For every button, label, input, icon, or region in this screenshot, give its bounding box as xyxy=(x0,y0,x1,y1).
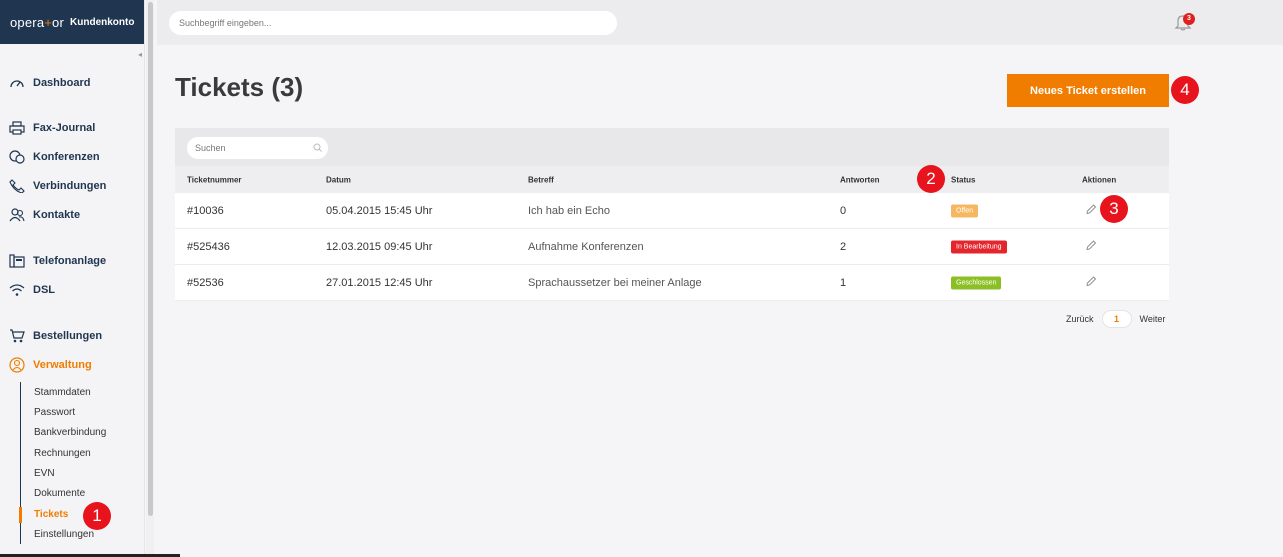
user-circle-icon xyxy=(8,356,26,374)
column-header-aktionen: Aktionen xyxy=(1082,175,1117,184)
status-badge: In Bearbeitung xyxy=(951,240,1007,253)
pagination-page[interactable]: 1 xyxy=(1101,310,1132,328)
sidebar-item-konferenzen[interactable]: Konferenzen xyxy=(8,148,100,166)
callout-marker-2: 2 xyxy=(917,165,945,193)
table-row[interactable]: #52536 27.01.2015 12:45 Uhr Sprachausset… xyxy=(175,265,1169,301)
ticket-replies: 2 xyxy=(840,240,847,253)
ticket-date: 12.03.2015 09:45 Uhr xyxy=(326,240,433,253)
status-badge: Geschlossen xyxy=(951,276,1002,289)
brand-header[interactable]: opera+or Kundenkonto xyxy=(0,0,144,44)
search-icon xyxy=(313,143,322,152)
ticket-subject[interactable]: Aufnahme Konferenzen xyxy=(528,241,644,253)
sidebar-item-verbindungen[interactable]: Verbindungen xyxy=(8,177,106,195)
sidebar-item-fax-journal[interactable]: Fax-Journal xyxy=(8,119,95,137)
edit-pencil-icon[interactable] xyxy=(1085,203,1097,218)
table-row[interactable]: #10036 05.04.2015 15:45 Uhr Ich hab ein … xyxy=(175,193,1169,229)
ticket-date: 27.01.2015 12:45 Uhr xyxy=(326,276,433,289)
sidebar-subitem-dokumente[interactable]: Dokumente xyxy=(34,488,85,499)
chat-icon xyxy=(8,148,26,166)
sidebar-subitem-evn[interactable]: EVN xyxy=(34,468,55,479)
callout-marker-1: 1 xyxy=(83,502,111,530)
table-search-input[interactable]: Suchen xyxy=(187,137,328,159)
phone-icon xyxy=(8,177,26,195)
table-row[interactable]: #525436 12.03.2015 09:45 Uhr Aufnahme Ko… xyxy=(175,229,1169,265)
collapse-sidebar-icon[interactable]: ◂ xyxy=(138,50,142,59)
sidebar-subitem-passwort[interactable]: Passwort xyxy=(34,407,75,418)
users-icon xyxy=(8,206,26,224)
new-ticket-button[interactable]: Neues Ticket erstellen xyxy=(1007,74,1169,107)
status-badge: Offen xyxy=(951,204,978,217)
wifi-icon xyxy=(8,281,26,299)
ticket-id: #52536 xyxy=(187,276,224,289)
sidebar-subitem-tickets[interactable]: Tickets xyxy=(34,509,68,520)
printer-icon xyxy=(8,119,26,137)
ticket-subject[interactable]: Ich hab ein Echo xyxy=(528,205,610,217)
table-filter-bar: Suchen xyxy=(175,128,1169,166)
pagination-prev[interactable]: Zurück xyxy=(1066,314,1094,324)
column-header-datum[interactable]: Datum xyxy=(326,175,351,184)
edit-pencil-icon[interactable] xyxy=(1085,239,1097,254)
top-bar: Suchbegriff eingeben... 3 xyxy=(157,0,1283,45)
sidebar-item-kontakte[interactable]: Kontakte xyxy=(8,206,80,224)
logo: opera+or xyxy=(10,14,65,30)
column-header-betreff[interactable]: Betreff xyxy=(528,175,554,184)
sidebar-scrollbar-thumb[interactable] xyxy=(148,2,153,516)
table-header: Ticketnummer Datum Betreff Antworten Sta… xyxy=(175,166,1169,193)
sidebar-subitem-einstellungen[interactable]: Einstellungen xyxy=(34,529,94,540)
cart-icon xyxy=(8,327,26,345)
sidebar-subitem-rechnungen[interactable]: Rechnungen xyxy=(34,448,91,459)
brand-subtitle: Kundenkonto xyxy=(70,16,135,28)
sidebar-subitem-bankverbindung[interactable]: Bankverbindung xyxy=(34,427,106,438)
column-header-antworten[interactable]: Antworten xyxy=(840,175,880,184)
ticket-id: #10036 xyxy=(187,204,224,217)
ticket-date: 05.04.2015 15:45 Uhr xyxy=(326,204,433,217)
sidebar-item-bestellungen[interactable]: Bestellungen xyxy=(8,327,102,345)
edit-pencil-icon[interactable] xyxy=(1085,275,1097,290)
column-header-status[interactable]: Status xyxy=(951,175,975,184)
sidebar-item-telefonanlage[interactable]: Telefonanlage xyxy=(8,252,106,270)
phone-system-icon xyxy=(8,252,26,270)
callout-marker-3: 3 xyxy=(1100,195,1128,223)
page-title: Tickets (3) xyxy=(175,72,304,102)
sidebar-item-verwaltung[interactable]: Verwaltung xyxy=(8,356,92,374)
notification-badge: 3 xyxy=(1183,13,1195,25)
global-search-input[interactable]: Suchbegriff eingeben... xyxy=(169,11,617,35)
pagination-next[interactable]: Weiter xyxy=(1140,314,1166,324)
submenu-active-marker xyxy=(19,507,22,523)
ticket-replies: 0 xyxy=(840,204,847,217)
callout-marker-4: 4 xyxy=(1171,76,1199,104)
ticket-replies: 1 xyxy=(840,276,847,289)
ticket-subject[interactable]: Sprachaussetzer bei meiner Anlage xyxy=(528,277,702,289)
sidebar-item-dashboard[interactable]: Dashboard xyxy=(8,74,90,92)
gauge-icon xyxy=(8,74,26,92)
tickets-table: Suchen Ticketnummer Datum Betreff Antwor… xyxy=(175,128,1169,301)
sidebar-subitem-stammdaten[interactable]: Stammdaten xyxy=(34,387,91,398)
column-header-ticketnummer[interactable]: Ticketnummer xyxy=(187,175,242,184)
ticket-id: #525436 xyxy=(187,240,230,253)
pagination: Zurück 1 Weiter xyxy=(1066,310,1165,328)
sidebar: opera+or Kundenkonto ◂ Dashboard Fax-Jou… xyxy=(0,0,145,557)
sidebar-item-dsl[interactable]: DSL xyxy=(8,281,55,299)
